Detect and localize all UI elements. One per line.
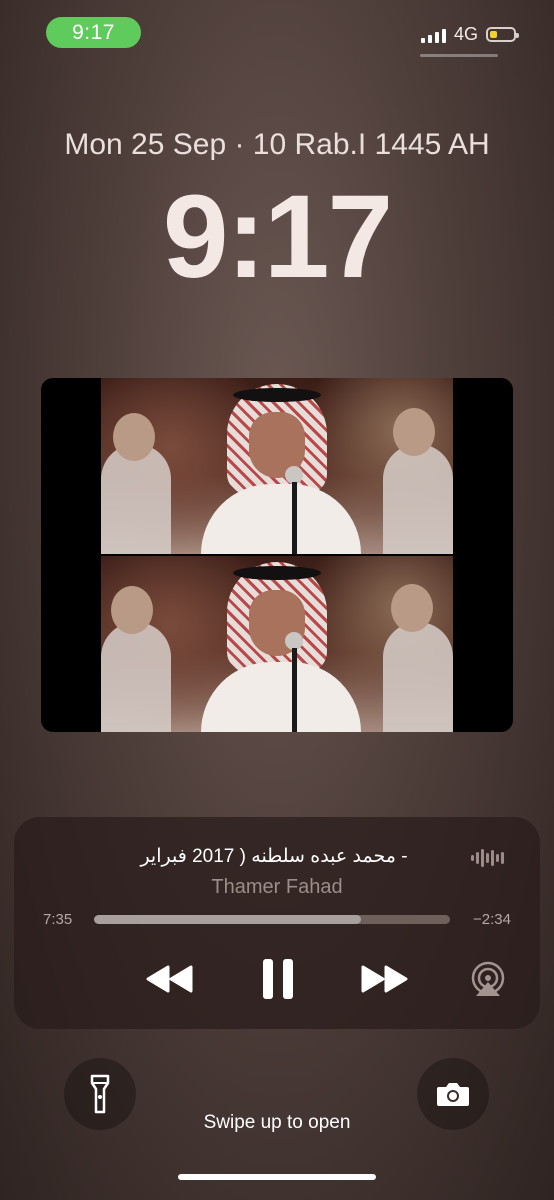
album-artwork[interactable] [41,378,513,732]
rewind-button[interactable] [144,957,196,1001]
status-indicators: 4G [420,24,519,45]
rewind-icon [146,965,193,993]
network-type: 4G [453,24,478,44]
fast-forward-button[interactable] [358,957,410,1001]
battery-level [490,31,497,38]
progress-scrubber[interactable] [94,915,450,924]
battery-icon [486,27,519,42]
time-elapsed: 7:35 [43,911,73,928]
artwork-frame-top [101,378,453,554]
camera-icon [437,1083,469,1106]
home-indicator[interactable] [178,1174,376,1180]
waveform-icon [471,848,504,868]
pause-button[interactable] [258,957,298,1001]
pause-icon [263,959,293,999]
control-center-grabber[interactable] [420,54,498,57]
track-title: - محمد عبده سلطنه ( 2017 فبراير [140,846,408,867]
swipe-up-hint: Swipe up to open [203,1112,351,1133]
now-playing-card: - محمد عبده سلطنه ( 2017 فبراير Thamer F… [14,817,540,1029]
fast-forward-icon [361,965,408,993]
time-remaining: −2:34 [473,911,511,928]
lock-clock: 9:17 [162,171,393,303]
airplay-button[interactable] [468,957,508,1001]
status-time: 9:17 [72,20,115,44]
lock-date: Mon 25 Sep · 10 Rab.I 1445 AH [64,128,490,161]
progress-fill [94,915,361,924]
track-artist: Thamer Fahad [211,876,343,898]
artwork-frame-bottom [101,556,453,732]
status-time-pill[interactable]: 9:17 [46,17,141,48]
signal-icon [420,27,446,43]
playback-controls [14,957,540,1001]
airplay-icon [471,961,505,996]
flashlight-icon [90,1074,110,1114]
